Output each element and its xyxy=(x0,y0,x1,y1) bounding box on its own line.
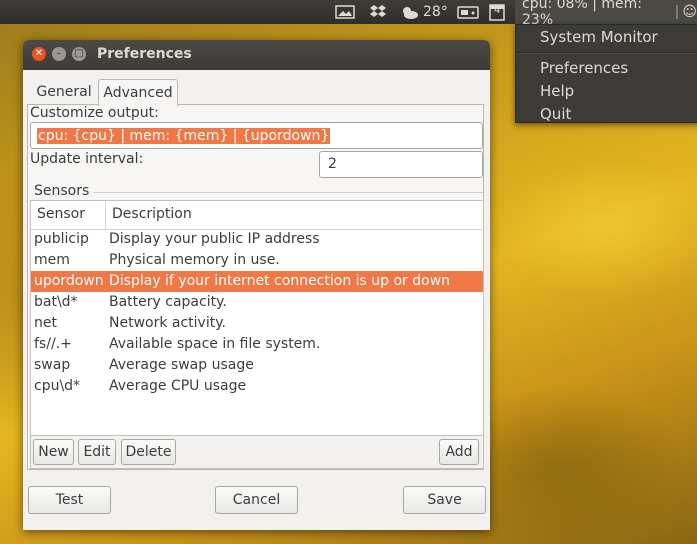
sensors-frame-line xyxy=(93,192,483,193)
menu-item-quit[interactable]: Quit xyxy=(540,105,571,123)
save-button[interactable]: Save xyxy=(403,486,486,514)
table-row[interactable]: swap Average swap usage xyxy=(31,355,483,376)
image-viewer-icon[interactable] xyxy=(335,0,355,24)
add-button[interactable]: Add xyxy=(439,439,479,465)
cancel-button[interactable]: Cancel xyxy=(215,486,298,514)
update-interval-label: Update interval: xyxy=(30,151,144,167)
weather-temp: 28° xyxy=(423,4,448,20)
sensor-description: Physical memory in use. xyxy=(109,252,280,268)
menu-item-system-monitor[interactable]: System Monitor xyxy=(540,28,658,46)
system-monitor-indicator[interactable]: cpu: 08% | mem: 23% | ☺ xyxy=(515,0,697,28)
sensor-description: Display if your internet connection is u… xyxy=(109,273,451,289)
sensor-name: fs//.+ xyxy=(34,336,72,352)
sensor-name: publicip xyxy=(34,231,89,247)
weather-indicator[interactable]: 28° xyxy=(399,0,448,24)
tab-advanced[interactable]: Advanced xyxy=(98,79,178,106)
column-header-sensor[interactable]: Sensor xyxy=(37,206,85,222)
customize-output-input[interactable]: cpu: {cpu} | mem: {mem} | {upordown} xyxy=(30,122,483,149)
sensor-description: Display your public IP address xyxy=(109,231,320,247)
sensor-name: cpu\d* xyxy=(34,378,81,394)
menu-item-help[interactable]: Help xyxy=(540,82,574,100)
menu-item-preferences[interactable]: Preferences xyxy=(540,59,628,77)
smiley-icon[interactable]: ☺ xyxy=(682,4,697,20)
customize-output-label: Customize output: xyxy=(30,105,159,121)
update-interval-value: 2 xyxy=(328,156,337,172)
test-button[interactable]: Test xyxy=(28,486,111,514)
sensors-list-header: Sensor Description xyxy=(31,201,483,230)
close-button[interactable]: ✕ xyxy=(32,47,46,61)
sensor-name: mem xyxy=(34,252,70,268)
table-row[interactable]: publicip Display your public IP address xyxy=(31,229,483,250)
dropbox-icon[interactable] xyxy=(369,0,387,24)
window-title: Preferences xyxy=(97,46,192,62)
tab-general[interactable]: General xyxy=(31,79,97,105)
calendar-indicator[interactable]: 4 xyxy=(489,0,505,24)
menu-separator xyxy=(516,52,697,54)
indicator-menu: System Monitor Preferences Help Quit xyxy=(515,24,697,123)
table-row[interactable]: net Network activity. xyxy=(31,313,483,334)
table-row[interactable]: mem Physical memory in use. xyxy=(31,250,483,271)
edit-button[interactable]: Edit xyxy=(78,439,116,465)
column-divider xyxy=(105,201,106,229)
sensor-description: Average CPU usage xyxy=(109,378,247,394)
table-row[interactable]: bat\d* Battery capacity. xyxy=(31,292,483,313)
update-interval-input[interactable]: 2 xyxy=(319,151,483,178)
new-button[interactable]: New xyxy=(33,439,74,465)
table-row[interactable]: fs//.+ Available space in file system. xyxy=(31,334,483,355)
sensor-description: Available space in file system. xyxy=(109,336,321,352)
sensor-name: bat\d* xyxy=(34,294,78,310)
sensor-name: upordown xyxy=(34,273,104,289)
sensors-list: Sensor Description publicip Display your… xyxy=(30,200,484,436)
customize-output-value: cpu: {cpu} | mem: {mem} | {upordown} xyxy=(37,128,331,144)
maximize-button[interactable]: □ xyxy=(72,47,86,61)
separator: | xyxy=(674,4,680,20)
top-panel: 28° 4 cpu: 08% | mem: 23% | ☺ xyxy=(0,0,697,28)
sensor-description: Battery capacity. xyxy=(109,294,227,310)
calendar-day: 4 xyxy=(494,5,501,16)
sensor-description: Average swap usage xyxy=(109,357,254,373)
sensor-name: net xyxy=(34,315,57,331)
sensor-name: swap xyxy=(34,357,71,373)
table-row-selected[interactable]: upordown Display if your internet connec… xyxy=(31,271,483,292)
table-row[interactable]: cpu\d* Average CPU usage xyxy=(31,376,483,397)
sensor-description: Network activity. xyxy=(109,315,226,331)
minimize-button[interactable]: – xyxy=(52,47,66,61)
preferences-window: ✕ – □ Preferences General Advanced Custo… xyxy=(23,40,490,530)
drive-icon[interactable] xyxy=(457,0,479,24)
title-bar: ✕ – □ Preferences xyxy=(23,40,490,70)
delete-button[interactable]: Delete xyxy=(121,439,176,465)
column-header-description[interactable]: Description xyxy=(112,206,192,222)
weather-cloud-icon xyxy=(403,7,418,19)
sensors-label: Sensors xyxy=(34,183,90,199)
